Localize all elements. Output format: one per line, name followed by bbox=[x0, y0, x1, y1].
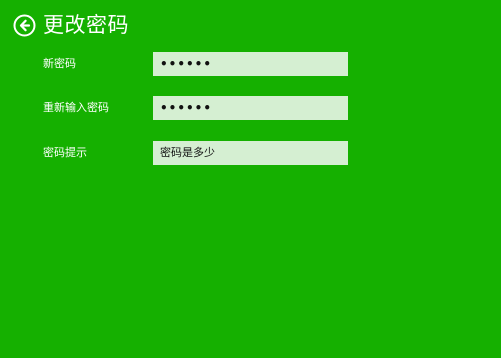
back-button[interactable] bbox=[13, 14, 36, 37]
circle-arrow-left-icon bbox=[13, 14, 36, 36]
new-password-label: 新密码 bbox=[43, 57, 76, 70]
password-hint-row: 密码提示 密码是多少 bbox=[43, 141, 348, 165]
confirm-password-row: 重新输入密码 •••••• bbox=[43, 96, 348, 120]
page-header: 更改密码 bbox=[13, 12, 129, 38]
page-title: 更改密码 bbox=[43, 13, 129, 37]
change-password-page: 更改密码 新密码 •••••• 重新输入密码 •••••• 密码提示 密码是多少 bbox=[0, 0, 501, 358]
confirm-password-field[interactable]: •••••• bbox=[153, 96, 348, 120]
password-hint-field[interactable]: 密码是多少 bbox=[153, 141, 348, 165]
confirm-password-label: 重新输入密码 bbox=[43, 101, 109, 114]
new-password-field[interactable]: •••••• bbox=[153, 52, 348, 76]
password-hint-label: 密码提示 bbox=[43, 146, 87, 159]
new-password-row: 新密码 •••••• bbox=[43, 52, 348, 76]
